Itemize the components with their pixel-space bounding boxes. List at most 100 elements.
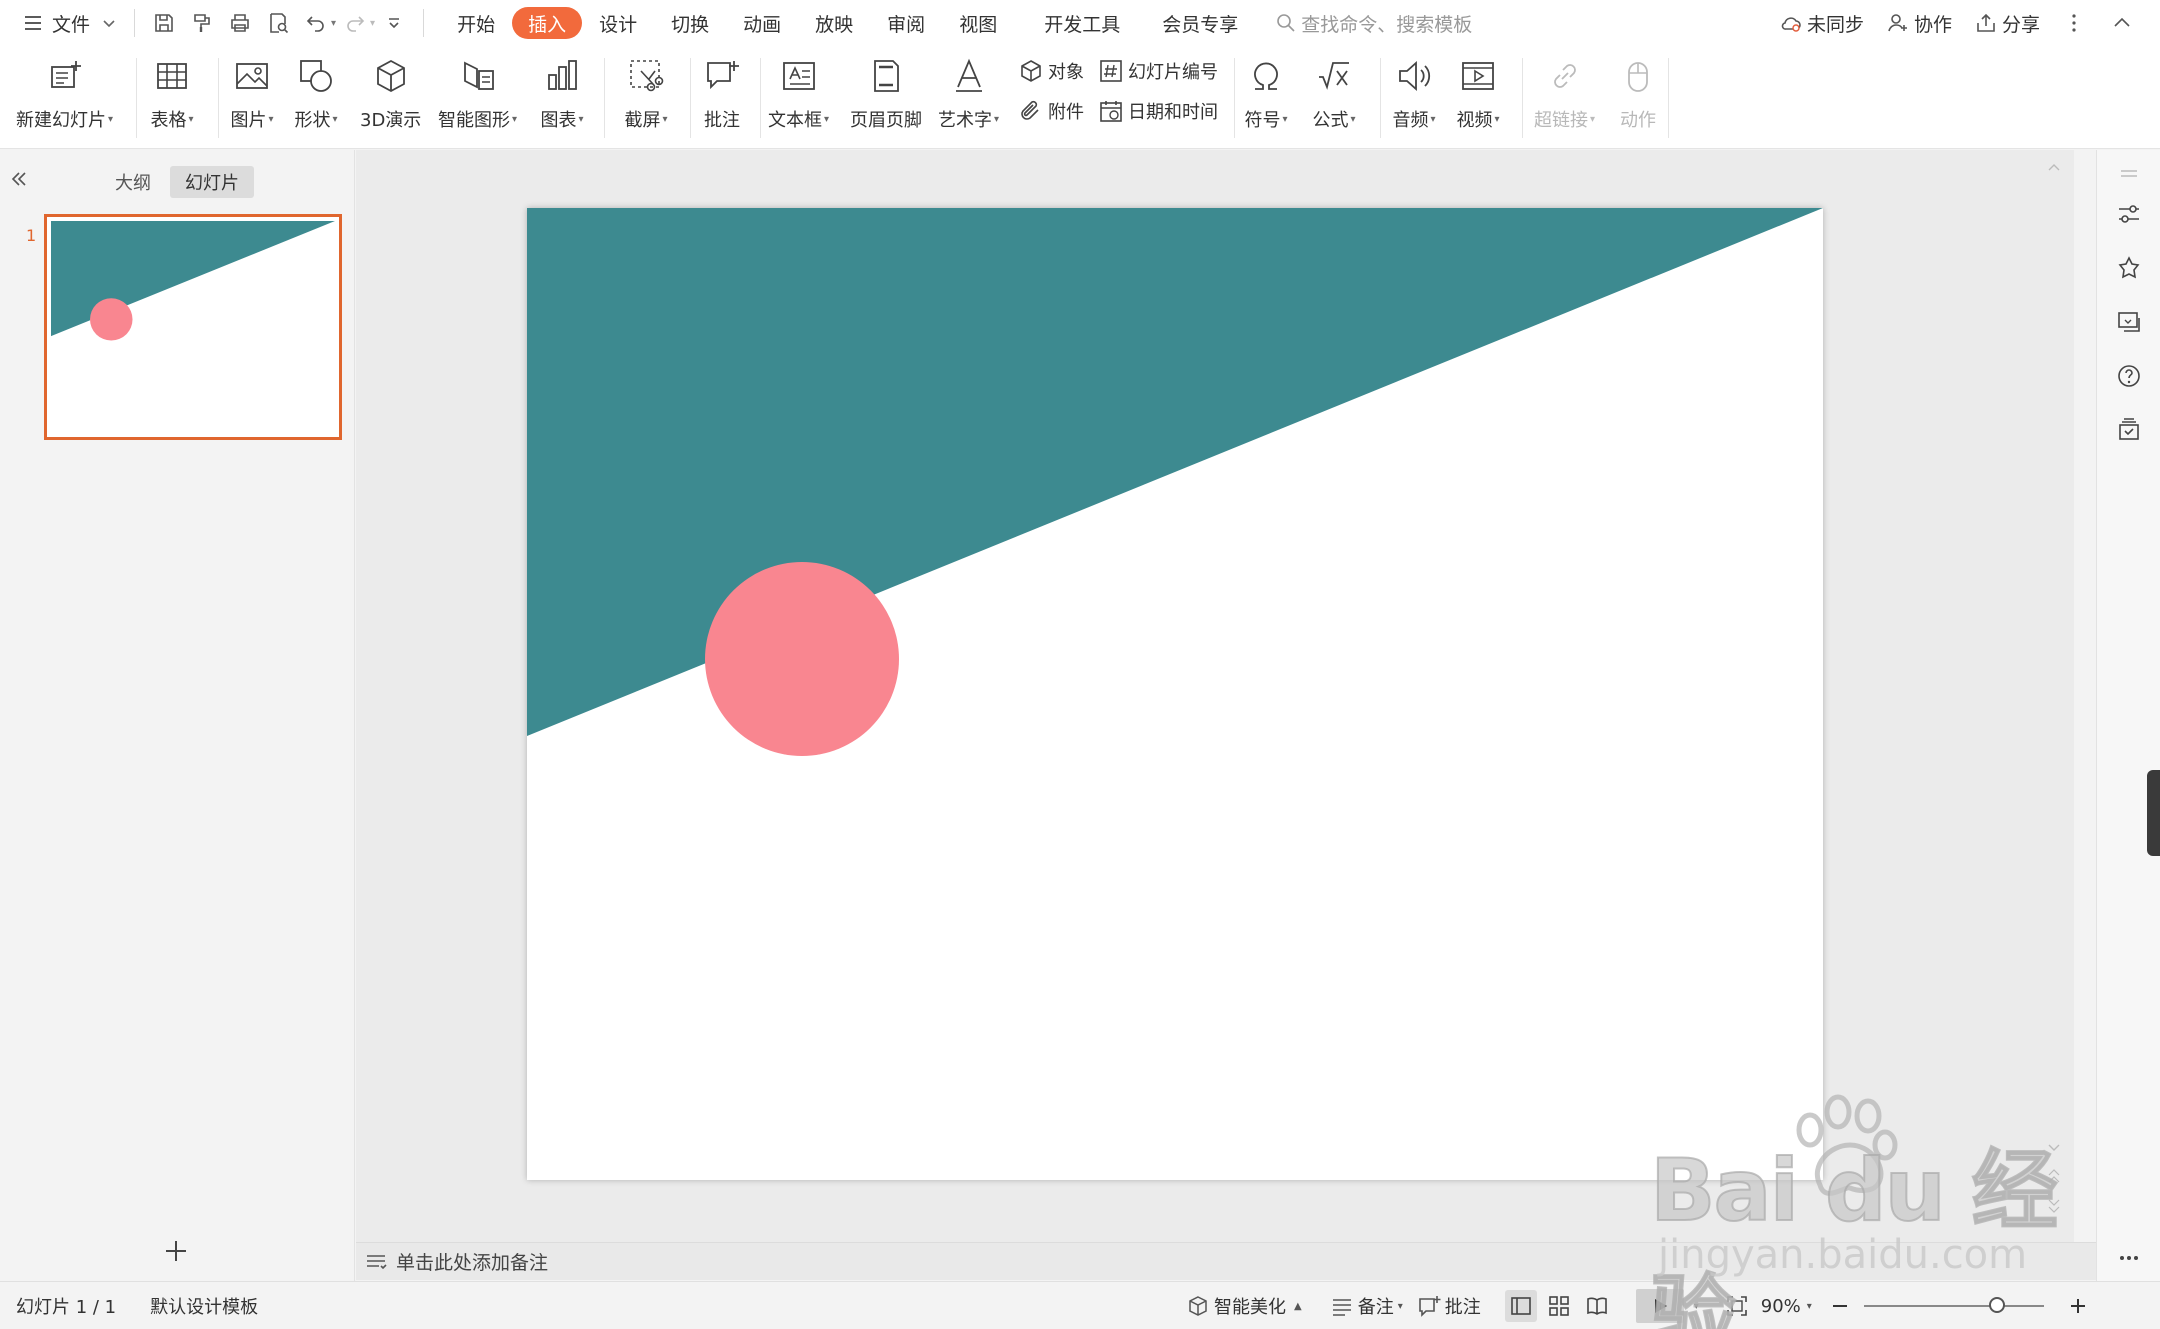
3d-demo-label: 3D演示	[360, 110, 422, 131]
header-footer-label: 页眉页脚	[850, 110, 922, 131]
search-placeholder: 查找命令、搜索模板	[1301, 13, 1473, 36]
slide-number-button[interactable]: 幻灯片编号	[1098, 58, 1218, 84]
add-slide-icon[interactable]	[160, 1235, 192, 1267]
more-options-button[interactable]	[2062, 11, 2090, 35]
picture-icon	[236, 63, 268, 89]
action-button[interactable]: 动作	[1616, 54, 1660, 132]
print-preview-icon[interactable]	[263, 8, 293, 38]
screenshot-label: 截屏	[624, 110, 661, 131]
tab-outline[interactable]: 大纲	[100, 166, 166, 198]
new-slide-button[interactable]: 新建幻灯片 ▾	[16, 54, 113, 132]
screenshot-button[interactable]: 截屏 ▾	[624, 54, 668, 132]
collaborate-label: 协作	[1913, 13, 1952, 36]
redo-dropdown-icon[interactable]: ▾	[370, 18, 375, 29]
help-icon[interactable]	[2115, 362, 2143, 390]
sync-button[interactable]: 未同步	[1779, 10, 1864, 37]
object-button[interactable]: 对象	[1018, 58, 1084, 84]
divider	[690, 58, 691, 138]
baidu-jingyan-watermark: Bai du 经验 jingyan.baidu.com	[1649, 1090, 2070, 1329]
file-menu[interactable]: 文件	[16, 0, 124, 46]
collaborate-button[interactable]: 协作	[1886, 10, 1952, 37]
cloud-icon	[1781, 17, 1801, 32]
textbox-button[interactable]: 文本框 ▾	[768, 54, 829, 132]
tab-slides[interactable]: 幻灯片	[170, 166, 254, 198]
tab-transitions[interactable]: 切换	[654, 7, 726, 39]
undo-icon[interactable]	[301, 8, 331, 38]
textbox-icon	[782, 62, 815, 90]
smart-art-button[interactable]: 智能图形 ▾	[438, 54, 517, 132]
bar-chart-icon	[548, 60, 577, 90]
shape-button[interactable]: 形状 ▾	[294, 54, 338, 132]
collapse-panel-icon[interactable]	[8, 168, 30, 190]
symbol-button[interactable]: 符号 ▾	[1244, 54, 1288, 132]
tab-slideshow[interactable]: 放映	[798, 7, 870, 39]
tab-animations[interactable]: 动画	[726, 7, 798, 39]
pin-star-icon[interactable]	[2115, 254, 2143, 282]
reading-view-button[interactable]	[1581, 1290, 1613, 1322]
tab-developer[interactable]: 开发工具	[1027, 7, 1145, 39]
more-horizontal-icon[interactable]	[2115, 1244, 2143, 1272]
formula-icon	[1319, 62, 1349, 90]
share-button[interactable]: 分享	[1974, 10, 2040, 37]
video-button[interactable]: 视频 ▾	[1456, 54, 1500, 132]
date-time-button[interactable]: 日期和时间	[1098, 98, 1218, 124]
print-icon[interactable]	[225, 8, 255, 38]
object-icon	[1021, 60, 1041, 82]
hyperlink-button[interactable]: 超链接 ▾	[1534, 54, 1595, 132]
notes-lines-icon	[1332, 1299, 1351, 1316]
side-panel-handle[interactable]	[2147, 770, 2160, 856]
tab-view[interactable]: 视图	[942, 7, 1027, 39]
hamburger-icon	[25, 16, 41, 30]
normal-view-button[interactable]	[1504, 1290, 1537, 1322]
slide-sorter-view-button[interactable]	[1543, 1290, 1575, 1322]
vertical-scrollbar[interactable]	[2044, 150, 2064, 1242]
tab-review[interactable]: 审阅	[870, 7, 942, 39]
table-button[interactable]: 表格 ▾	[150, 54, 194, 132]
hyperlink-label: 超链接	[1534, 110, 1588, 131]
tab-member[interactable]: 会员专享	[1145, 7, 1255, 39]
command-search[interactable]: 查找命令、搜索模板	[1275, 10, 1472, 37]
customize-quick-access-icon[interactable]	[379, 8, 409, 38]
divider	[423, 9, 425, 37]
picture-button[interactable]: 图片 ▾	[230, 54, 274, 132]
comment-button[interactable]: 批注	[700, 54, 744, 132]
comments-toggle-button[interactable]: 批注	[1417, 1293, 1481, 1319]
header-footer-button[interactable]: 页眉页脚	[850, 54, 922, 132]
slide-transition-icon[interactable]	[2115, 308, 2143, 336]
attachment-button[interactable]: 附件	[1018, 98, 1084, 124]
design-template[interactable]: 默认设计模板	[150, 1293, 258, 1319]
divider	[1234, 58, 1235, 138]
wordart-button[interactable]: 艺术字 ▾	[938, 54, 999, 132]
smart-beautify-button[interactable]: 智能美化 ▲	[1186, 1293, 1302, 1319]
undo-dropdown-icon[interactable]: ▾	[331, 18, 336, 29]
slide-number-label: 幻灯片编号	[1128, 62, 1218, 83]
divider	[1522, 58, 1523, 138]
collapse-ribbon-button[interactable]	[2110, 11, 2138, 35]
audio-button[interactable]: 音频 ▾	[1392, 54, 1436, 132]
tab-insert[interactable]: 插入	[512, 7, 583, 39]
scissors-icon	[630, 60, 664, 92]
wordart-icon	[955, 58, 982, 92]
slide-thumbnail-number: 1	[26, 226, 37, 245]
chart-button[interactable]: 图表 ▾	[540, 54, 584, 132]
smart-art-icon	[463, 61, 494, 90]
redo-icon[interactable]	[340, 8, 370, 38]
slide[interactable]	[527, 208, 1823, 1180]
3d-demo-button[interactable]: 3D演示	[360, 54, 421, 132]
notes-toggle-label: 备注	[1357, 1297, 1394, 1318]
divider	[604, 58, 605, 138]
format-painter-icon[interactable]	[187, 8, 217, 38]
notes-toggle-button[interactable]: 备注 ▾	[1330, 1293, 1403, 1319]
tab-design[interactable]: 设计	[582, 7, 654, 39]
save-icon[interactable]	[149, 8, 179, 38]
settings-sliders-icon[interactable]	[2115, 200, 2143, 228]
comment-icon	[707, 61, 739, 90]
backup-icon[interactable]	[2115, 416, 2143, 444]
tab-home[interactable]: 开始	[440, 7, 512, 39]
attachment-label: 附件	[1048, 102, 1084, 123]
textbox-label: 文本框	[768, 110, 822, 131]
slide-thumbnail[interactable]	[44, 214, 342, 440]
formula-button[interactable]: 公式 ▾	[1312, 54, 1356, 132]
pink-circle-shape[interactable]	[705, 562, 899, 756]
zoom-in-button[interactable]	[2066, 1294, 2094, 1318]
